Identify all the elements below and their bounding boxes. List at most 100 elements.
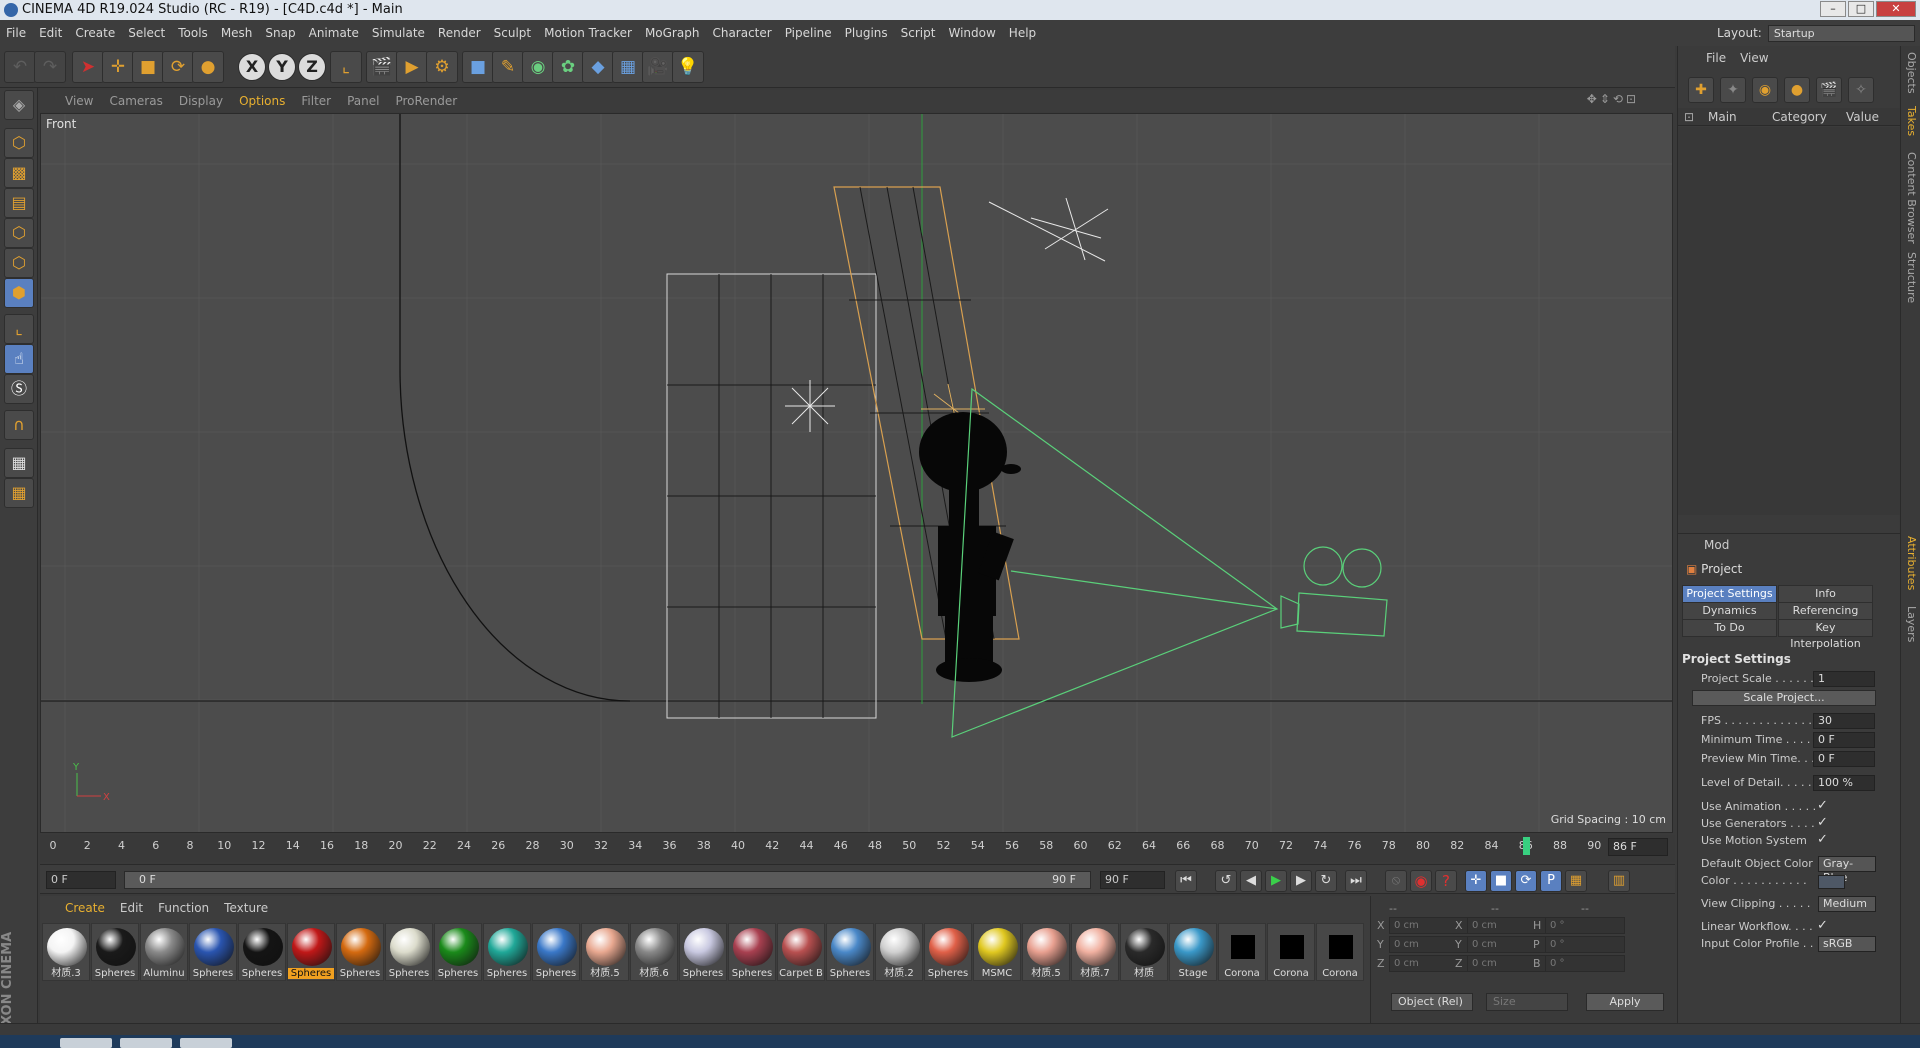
maximize-button[interactable]: □ bbox=[1848, 1, 1874, 17]
coord-mode-dropdown[interactable]: Object (Rel) bbox=[1391, 993, 1473, 1011]
grid-icon[interactable]: ▦ bbox=[4, 478, 34, 508]
preview-range-slider[interactable]: 0 F 90 F bbox=[124, 871, 1091, 889]
recent-tools-icon[interactable]: ● bbox=[192, 51, 224, 83]
material-swatch[interactable]: Corona bbox=[1316, 923, 1364, 981]
override-icon[interactable]: ✦ bbox=[1720, 77, 1746, 103]
material-swatch[interactable]: Spheres bbox=[483, 923, 531, 981]
tab-referencing[interactable]: Referencing bbox=[1778, 602, 1873, 620]
material-swatch[interactable]: Carpet B bbox=[777, 923, 825, 981]
tweak-mode-icon[interactable]: ☝ bbox=[4, 344, 34, 374]
x-axis-icon[interactable]: X bbox=[238, 53, 266, 81]
record-disabled-icon[interactable]: ⦸ bbox=[1385, 870, 1407, 892]
material-swatch[interactable]: 材质.5 bbox=[1022, 923, 1070, 981]
end-frame-field[interactable]: 90 F bbox=[1100, 871, 1165, 889]
menu-plugins[interactable]: Plugins bbox=[845, 26, 888, 40]
menu-help[interactable]: Help bbox=[1009, 26, 1036, 40]
undo-icon[interactable]: ↶ bbox=[4, 51, 36, 83]
take-list[interactable] bbox=[1678, 127, 1900, 515]
record-active-icon[interactable]: ◉ bbox=[1410, 870, 1432, 892]
take-lock-icon[interactable]: ◉ bbox=[1752, 77, 1778, 103]
edges-mode-icon[interactable]: ⬡ bbox=[4, 248, 34, 278]
material-menu-texture[interactable]: Texture bbox=[224, 901, 268, 915]
key-scale-icon[interactable]: ■ bbox=[1490, 870, 1512, 892]
default-color-dropdown[interactable]: Gray-Blue bbox=[1818, 856, 1876, 884]
cube-icon[interactable]: ■ bbox=[462, 51, 494, 83]
material-swatch[interactable]: Spheres bbox=[189, 923, 237, 981]
input-color-profile-dropdown[interactable]: sRGB bbox=[1818, 936, 1876, 952]
make-editable-icon[interactable]: ◈ bbox=[4, 90, 34, 120]
apply-button[interactable]: Apply bbox=[1586, 993, 1664, 1011]
menu-select[interactable]: Select bbox=[128, 26, 165, 40]
menu-simulate[interactable]: Simulate bbox=[372, 26, 425, 40]
previous-frame-icon[interactable]: ◀ bbox=[1240, 870, 1262, 892]
material-swatch[interactable]: 材质.2 bbox=[875, 923, 923, 981]
preview-min-field[interactable]: 0 F bbox=[1813, 751, 1875, 767]
material-swatch[interactable]: 材质.5 bbox=[581, 923, 629, 981]
redo-icon[interactable]: ↷ bbox=[34, 51, 66, 83]
start-frame-field[interactable]: 0 F bbox=[46, 871, 116, 889]
go-to-end-icon[interactable]: ⏭ bbox=[1345, 870, 1367, 892]
use-animation-checkbox[interactable]: ✓ bbox=[1813, 799, 1828, 815]
material-swatch[interactable]: MSMC bbox=[973, 923, 1021, 981]
key-pla-icon[interactable]: ▦ bbox=[1565, 870, 1587, 892]
taskbar-item[interactable] bbox=[120, 1038, 172, 1048]
subdivision-icon[interactable]: ◉ bbox=[522, 51, 554, 83]
menu-pipeline[interactable]: Pipeline bbox=[785, 26, 832, 40]
side-tab-takes[interactable]: Takes bbox=[1905, 106, 1918, 136]
material-swatch[interactable]: Spheres bbox=[385, 923, 433, 981]
y-axis-icon[interactable]: Y bbox=[268, 53, 296, 81]
deformer-icon[interactable]: ◆ bbox=[582, 51, 614, 83]
viewport-menu-view[interactable]: View bbox=[65, 94, 93, 108]
axis-mode-icon[interactable]: ⌞ bbox=[4, 314, 34, 344]
material-swatch[interactable]: Spheres bbox=[91, 923, 139, 981]
move-icon[interactable]: ✛ bbox=[102, 51, 134, 83]
menu-mesh[interactable]: Mesh bbox=[221, 26, 253, 40]
camera-icon[interactable]: 🎥 bbox=[642, 51, 674, 83]
live-selection-icon[interactable]: ➤ bbox=[72, 51, 104, 83]
menu-character[interactable]: Character bbox=[712, 26, 771, 40]
material-swatch[interactable]: Corona bbox=[1218, 923, 1266, 981]
material-swatch[interactable]: 材质.7 bbox=[1071, 923, 1119, 981]
project-scale-field[interactable]: 1 bbox=[1813, 671, 1875, 687]
viewport-menu-options[interactable]: Options bbox=[239, 94, 285, 108]
menu-render[interactable]: Render bbox=[438, 26, 481, 40]
tab-dynamics[interactable]: Dynamics bbox=[1682, 602, 1777, 620]
menu-motion-tracker[interactable]: Motion Tracker bbox=[544, 26, 632, 40]
material-swatch[interactable]: Spheres bbox=[728, 923, 776, 981]
min-time-field[interactable]: 0 F bbox=[1813, 732, 1875, 748]
menu-script[interactable]: Script bbox=[901, 26, 936, 40]
material-swatch[interactable]: Spheres bbox=[434, 923, 482, 981]
coord-field[interactable]: 0 ° bbox=[1545, 917, 1625, 934]
previous-key-icon[interactable]: ↺ bbox=[1215, 870, 1237, 892]
fps-field[interactable]: 30 bbox=[1813, 713, 1875, 729]
play-icon[interactable]: ▶ bbox=[1265, 870, 1287, 892]
key-rotation-icon[interactable]: ⟳ bbox=[1515, 870, 1537, 892]
use-generators-checkbox[interactable]: ✓ bbox=[1813, 816, 1828, 832]
close-button[interactable]: ✕ bbox=[1876, 1, 1916, 17]
attribute-mode-menu[interactable]: Mod bbox=[1704, 538, 1729, 552]
color-swatch[interactable] bbox=[1818, 875, 1845, 889]
view-clipping-dropdown[interactable]: Medium bbox=[1818, 896, 1876, 912]
objects-file-menu[interactable]: File bbox=[1706, 51, 1726, 65]
snap-icon[interactable]: Ⓢ bbox=[4, 374, 34, 404]
scale-project-button[interactable]: Scale Project... bbox=[1692, 690, 1876, 706]
light-icon[interactable]: 💡 bbox=[672, 51, 704, 83]
take-filter-icon[interactable]: ✧ bbox=[1848, 77, 1874, 103]
rotate-icon[interactable]: ⟳ bbox=[162, 51, 194, 83]
coord-size-dropdown[interactable]: Size bbox=[1486, 993, 1568, 1011]
scale-icon[interactable]: ■ bbox=[132, 51, 164, 83]
material-swatch[interactable]: Spheres bbox=[336, 923, 384, 981]
menu-edit[interactable]: Edit bbox=[39, 26, 62, 40]
coordinate-system-icon[interactable]: ⌞ bbox=[330, 51, 362, 83]
tab-todo[interactable]: To Do bbox=[1682, 619, 1777, 637]
material-swatch[interactable]: Aluminu bbox=[140, 923, 188, 981]
material-swatch[interactable]: Spheres bbox=[287, 923, 335, 981]
layout-dropdown[interactable]: Startup bbox=[1767, 24, 1915, 42]
viewport-navigation-icons[interactable]: ✥⇕⟲⊡ bbox=[1587, 92, 1639, 106]
tab-key-interpolation[interactable]: Key Interpolation bbox=[1778, 619, 1873, 650]
viewport-menu-prorender[interactable]: ProRender bbox=[395, 94, 457, 108]
auto-take-icon[interactable]: ● bbox=[1784, 77, 1810, 103]
linear-workflow-checkbox[interactable]: ✓ bbox=[1813, 919, 1828, 935]
material-menu-create[interactable]: Create bbox=[65, 901, 105, 915]
points-mode-icon[interactable]: ⬡ bbox=[4, 218, 34, 248]
